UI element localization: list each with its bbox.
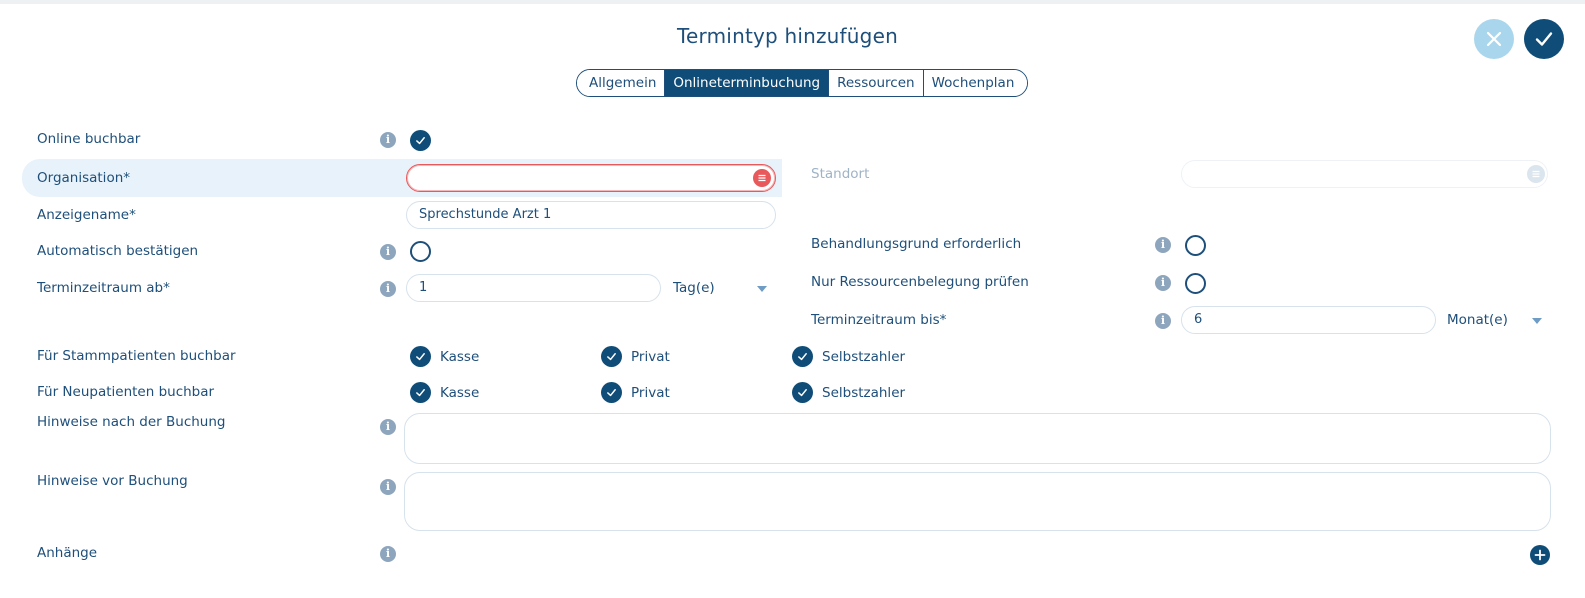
list-icon — [1532, 170, 1540, 178]
standort-label: Standort — [811, 166, 870, 182]
behandlungsgrund-toggle[interactable] — [1185, 235, 1206, 256]
neupatienten-label: Für Neupatienten buchbar — [37, 384, 215, 400]
info-icon[interactable]: i — [380, 244, 396, 260]
tab-wochenplan[interactable]: Wochenplan — [923, 70, 1028, 96]
standort-list-button[interactable] — [1527, 165, 1545, 183]
dialog-title: Termintyp hinzufügen — [677, 24, 898, 48]
info-icon[interactable]: i — [380, 419, 396, 435]
hinweise-vor-label: Hinweise vor Buchung — [37, 473, 188, 489]
organisation-label: Organisation* — [37, 170, 131, 186]
online-buchbar-checkbox[interactable] — [410, 130, 431, 151]
add-attachment-button[interactable] — [1530, 545, 1550, 565]
stamm-selbstzahler-label: Selbstzahler — [822, 349, 906, 365]
checkmark-icon — [416, 137, 425, 145]
hinweise-vor-textarea[interactable] — [404, 472, 1551, 531]
plus-icon — [1534, 549, 1546, 561]
neu-privat-checkbox[interactable] — [601, 382, 622, 403]
chevron-down-icon[interactable] — [757, 286, 767, 292]
terminzeitraum-ab-field[interactable]: 1 — [406, 274, 661, 302]
neu-selbstzahler-label: Selbstzahler — [822, 385, 906, 401]
info-icon[interactable]: i — [1155, 313, 1171, 329]
anzeigename-label: Anzeigename* — [37, 207, 136, 223]
anzeigename-field[interactable]: Sprechstunde Arzt 1 — [406, 201, 776, 229]
hinweise-nach-textarea[interactable] — [404, 413, 1551, 464]
top-border — [0, 0, 1585, 4]
terminzeitraum-bis-label: Terminzeitraum bis* — [811, 312, 947, 328]
checkmark-icon — [416, 353, 425, 361]
neu-selbstzahler-checkbox[interactable] — [792, 382, 813, 403]
tab-onlineterminbuchung[interactable]: Onlineterminbuchung — [665, 70, 830, 96]
list-icon — [758, 174, 766, 182]
chevron-down-icon[interactable] — [1532, 318, 1542, 324]
stamm-kasse-checkbox[interactable] — [410, 346, 431, 367]
stamm-selbstzahler-checkbox[interactable] — [792, 346, 813, 367]
cancel-button[interactable] — [1474, 19, 1514, 59]
automatisch-bestaetigen-label: Automatisch bestätigen — [37, 243, 199, 259]
terminzeitraum-bis-field[interactable]: 6 — [1181, 306, 1436, 334]
automatisch-bestaetigen-toggle[interactable] — [410, 241, 431, 262]
info-icon[interactable]: i — [1155, 237, 1171, 253]
checkmark-icon — [416, 389, 425, 397]
stamm-privat-label: Privat — [631, 349, 670, 365]
stamm-privat-checkbox[interactable] — [601, 346, 622, 367]
hinweise-nach-label: Hinweise nach der Buchung — [37, 414, 226, 430]
neu-kasse-label: Kasse — [440, 385, 480, 401]
info-icon[interactable]: i — [380, 281, 396, 297]
behandlungsgrund-label: Behandlungsgrund erforderlich — [811, 236, 1022, 252]
close-icon — [1486, 31, 1502, 47]
checkmark-icon — [798, 353, 807, 361]
stammpatienten-label: Für Stammpatienten buchbar — [37, 348, 236, 364]
terminzeitraum-bis-unit-select[interactable]: Monat(e) — [1447, 312, 1508, 328]
info-icon[interactable]: i — [380, 546, 396, 562]
info-icon[interactable]: i — [1155, 275, 1171, 291]
info-icon[interactable]: i — [380, 132, 396, 148]
anhaenge-label: Anhänge — [37, 545, 98, 561]
confirm-button[interactable] — [1524, 19, 1564, 59]
checkmark-icon — [607, 389, 616, 397]
checkmark-icon — [798, 389, 807, 397]
tab-bar: Allgemein Onlineterminbuchung Ressourcen… — [576, 69, 1029, 97]
neu-privat-label: Privat — [631, 385, 670, 401]
checkmark-icon — [1535, 32, 1553, 46]
info-icon[interactable]: i — [380, 479, 396, 495]
checkmark-icon — [607, 353, 616, 361]
nur-ressourcen-toggle[interactable] — [1185, 273, 1206, 294]
nur-ressourcen-label: Nur Ressourcenbelegung prüfen — [811, 274, 1029, 290]
tab-ressourcen[interactable]: Ressourcen — [829, 70, 924, 96]
tab-allgemein[interactable]: Allgemein — [577, 70, 666, 96]
neu-kasse-checkbox[interactable] — [410, 382, 431, 403]
organisation-field[interactable] — [406, 164, 776, 192]
terminzeitraum-ab-label: Terminzeitraum ab* — [37, 280, 170, 296]
online-buchbar-label: Online buchbar — [37, 131, 141, 147]
standort-field[interactable] — [1181, 160, 1548, 188]
stamm-kasse-label: Kasse — [440, 349, 480, 365]
organisation-list-button[interactable] — [753, 169, 771, 187]
terminzeitraum-ab-unit-select[interactable]: Tag(e) — [673, 280, 715, 296]
